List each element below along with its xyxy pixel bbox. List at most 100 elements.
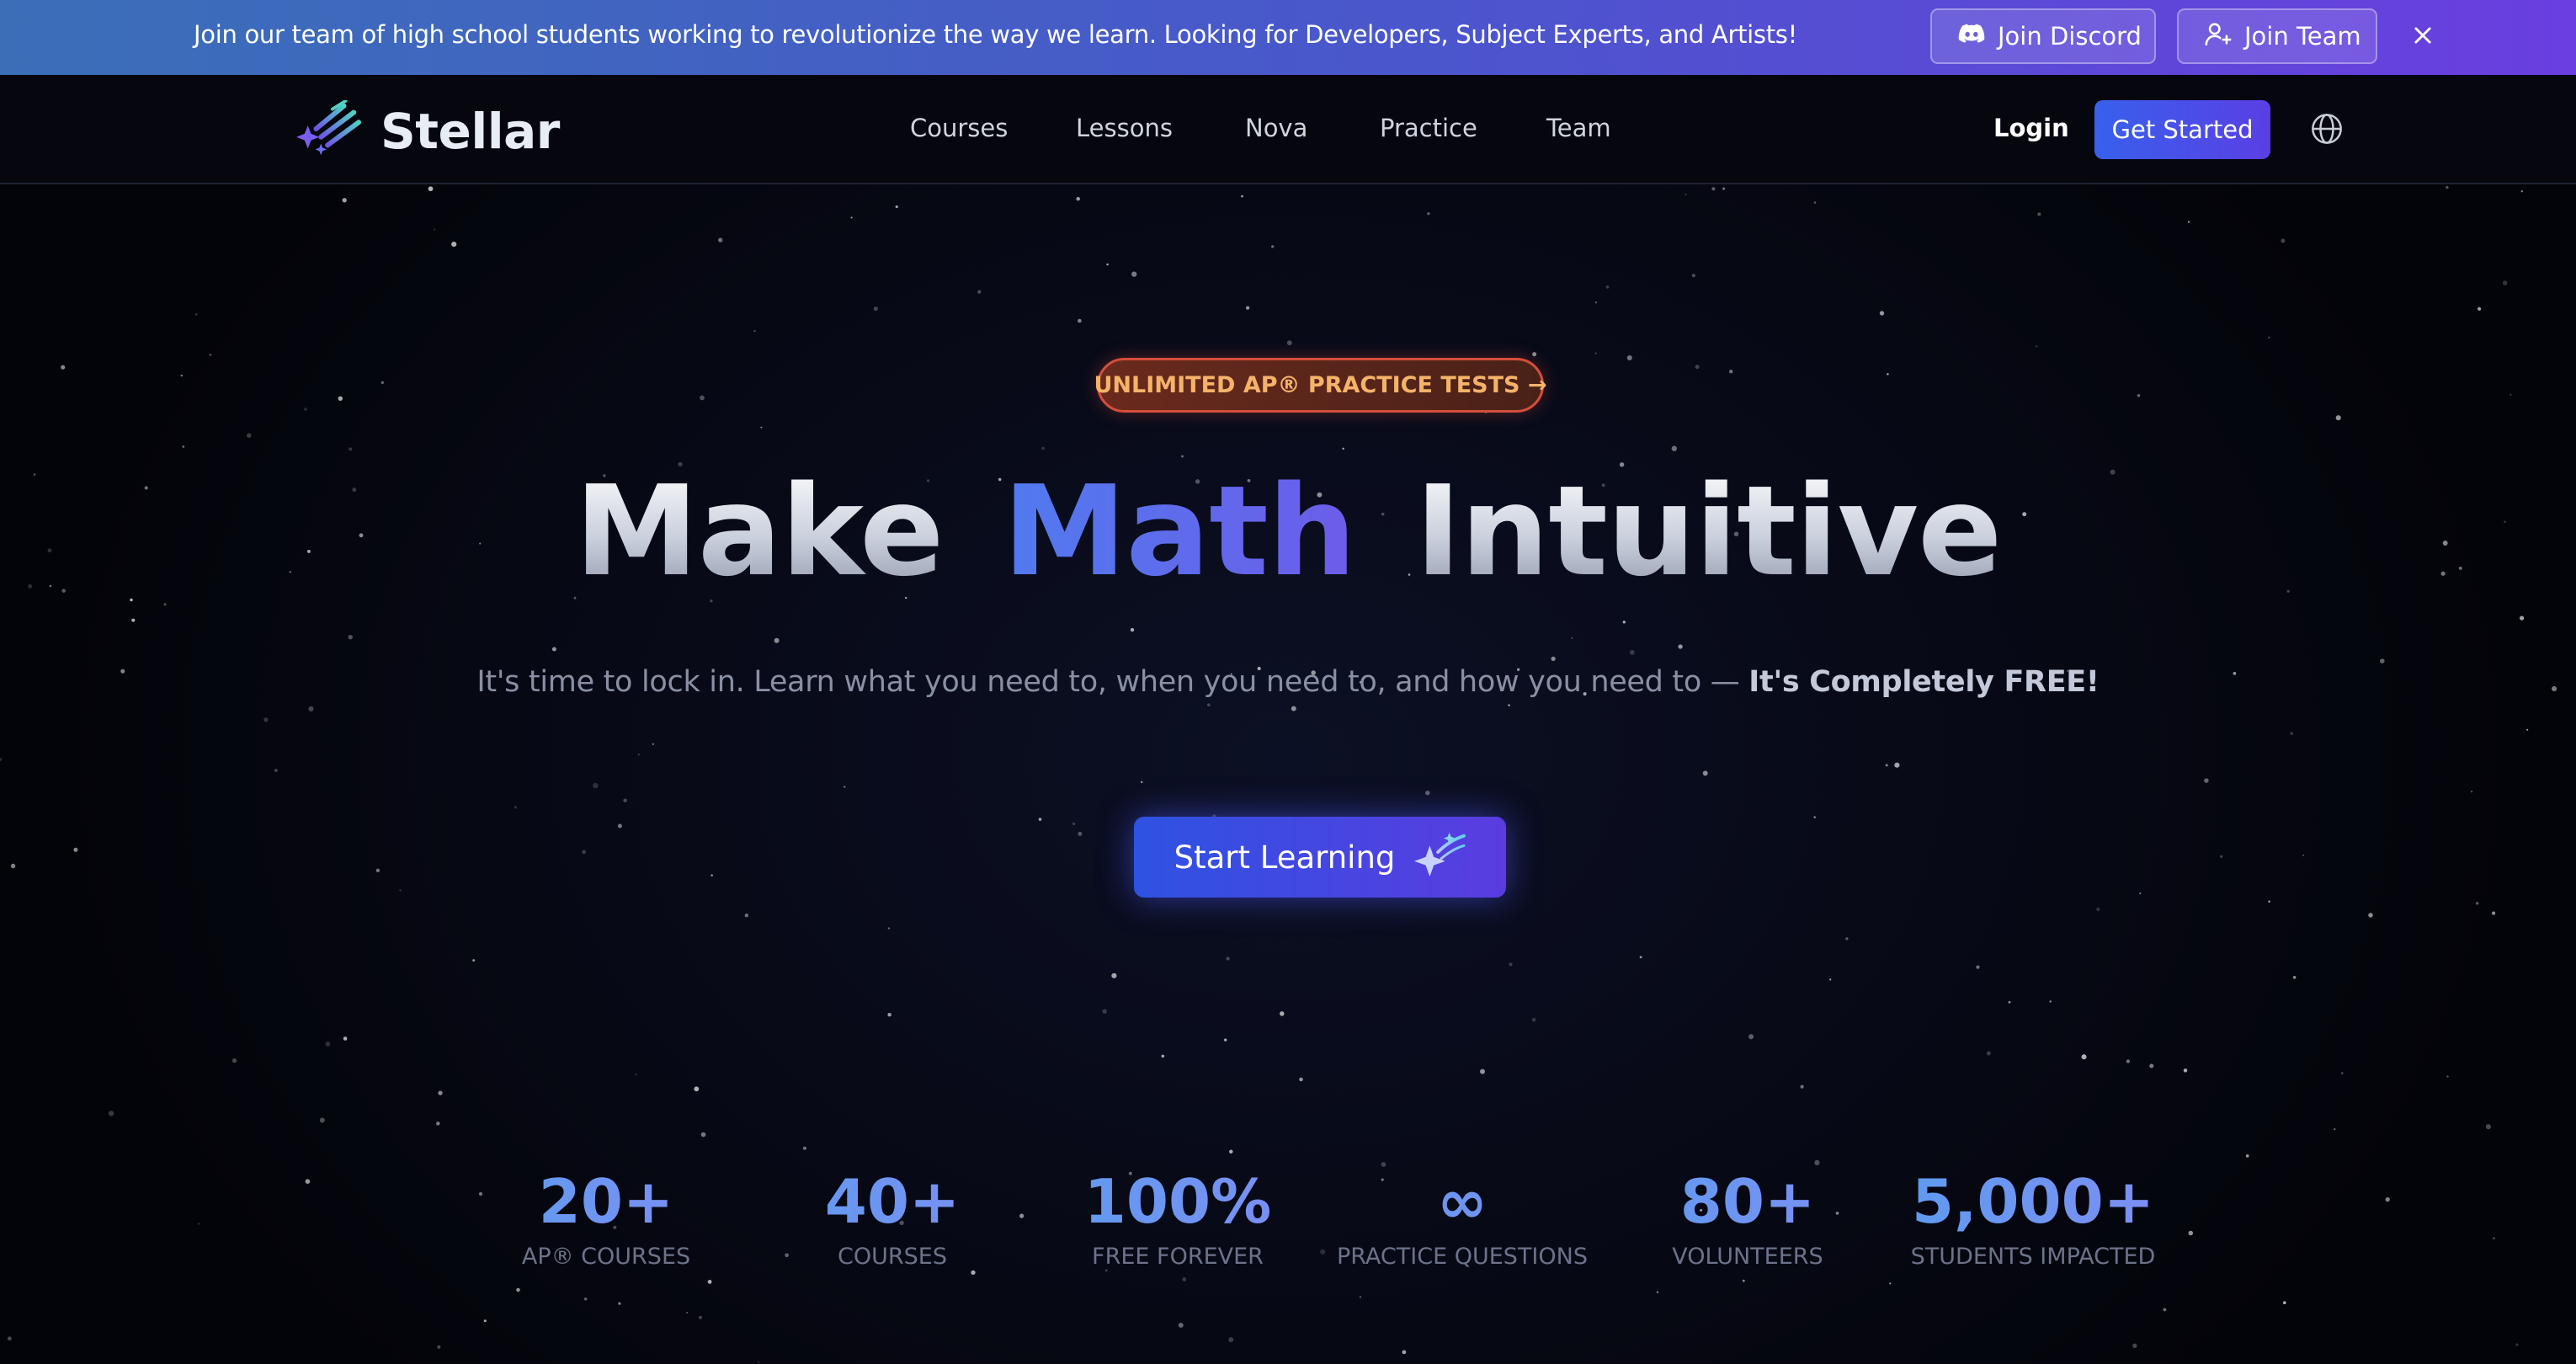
announcement-bar: Join our team of high school students wo… (0, 0, 2576, 75)
join-team-button[interactable]: Join Team (2177, 8, 2377, 64)
star-dot (436, 1122, 440, 1126)
landing-page: Join our team of high school students wo… (0, 0, 2576, 1364)
star-dot (850, 216, 853, 219)
star-dot (2037, 212, 2041, 216)
star-dot (844, 786, 846, 788)
star-dot (209, 354, 212, 356)
star-dot (319, 1117, 325, 1123)
star-dot (180, 374, 184, 377)
sparkle-star-icon (1413, 828, 1466, 887)
star-dot (1685, 193, 1687, 195)
star-dot (1181, 455, 1184, 458)
star-dot (1814, 1159, 1820, 1166)
top-navbar: Stellar Courses Lessons Nova Practice Te… (0, 75, 2576, 184)
close-icon[interactable] (2406, 19, 2440, 52)
join-discord-button[interactable]: Join Discord (1930, 8, 2156, 64)
star-dot (1480, 1068, 1485, 1074)
nav-courses[interactable]: Courses (910, 114, 1008, 142)
get-started-button[interactable]: Get Started (2094, 100, 2270, 159)
headline-math: Math (986, 459, 1372, 604)
star-dot (1427, 211, 1430, 216)
star-dot (2282, 1301, 2286, 1305)
star-dot (2163, 1308, 2167, 1312)
star-dot (1551, 656, 1556, 662)
star-dot (2132, 1343, 2137, 1348)
star-dot (2446, 185, 2449, 189)
subline-text: It's time to lock in. Learn what you nee… (476, 665, 1749, 699)
star-dot (1102, 1009, 1107, 1014)
stat-practice-questions: ∞ PRACTICE QUESTIONS (1336, 1166, 1589, 1270)
star-dot (428, 186, 434, 192)
star-dot (551, 647, 556, 652)
star-dot (1229, 1149, 1233, 1154)
stat-label: PRACTICE QUESTIONS (1336, 1244, 1588, 1270)
stats-row: 20+ AP® COURSES 40+ COURSES 100% FREE FO… (0, 1166, 2576, 1284)
star-dot (1241, 194, 1243, 198)
star-dot (686, 1311, 689, 1314)
star-dot (1887, 373, 1889, 376)
star-dot (895, 205, 898, 209)
star-dot (325, 1042, 331, 1047)
star-dot (182, 445, 185, 448)
star-dot (873, 306, 878, 312)
star-dot (0, 757, 3, 762)
star-dot (760, 426, 763, 429)
star-dot (1291, 706, 1296, 711)
star-dot (2520, 189, 2524, 193)
star-dot (348, 634, 353, 640)
star-dot (1629, 650, 1635, 655)
star-dot (514, 806, 518, 809)
star-dot (1656, 1291, 1659, 1294)
star-dot (1748, 1034, 1754, 1040)
nav-team[interactable]: Team (1546, 114, 1611, 142)
star-dot (2220, 855, 2223, 858)
globe-icon[interactable] (2310, 112, 2344, 146)
star-dot (1605, 285, 1610, 289)
star-dot (2471, 791, 2473, 793)
star-dot (108, 1111, 114, 1116)
star-dot (2268, 900, 2270, 903)
star-dot (2335, 415, 2341, 421)
star-dot (1206, 703, 1211, 707)
star-dot (887, 927, 891, 930)
star-dot (1280, 1011, 1285, 1016)
login-link[interactable]: Login (1993, 114, 2069, 142)
star-dot (2268, 336, 2270, 339)
star-dot (1224, 1038, 1227, 1042)
star-dot (887, 1012, 891, 1017)
stat-students-impacted: 5,000+ STUDENTS IMPACTED (1907, 1166, 2159, 1270)
nav-lessons[interactable]: Lessons (1076, 114, 1173, 142)
star-dot (2149, 1063, 2154, 1068)
start-learning-button[interactable]: Start Learning (1134, 817, 1506, 898)
nav-practice[interactable]: Practice (1380, 114, 1477, 142)
star-dot (1041, 446, 1045, 450)
star-dot (2204, 778, 2209, 783)
star-dot (1141, 781, 1143, 784)
star-dot (1228, 1337, 1234, 1343)
star-dot (1594, 352, 1597, 354)
star-dot (1106, 263, 1109, 266)
star-dot (1722, 187, 1726, 190)
discord-icon (1957, 19, 1986, 54)
star-dot (342, 198, 347, 203)
star-dot (1695, 365, 1700, 370)
star-dot (1800, 1084, 1804, 1089)
stat-value: 80+ (1621, 1166, 1874, 1237)
star-dot (263, 717, 269, 722)
star-dot (2478, 306, 2482, 311)
star-dot (343, 1036, 348, 1041)
stat-label: AP® COURSES (521, 1244, 691, 1270)
join-discord-label: Join Discord (1998, 22, 2142, 51)
stat-ap-courses: 20+ AP® COURSES (480, 1166, 732, 1270)
nav-nova[interactable]: Nova (1245, 114, 1307, 142)
star-dot (2509, 393, 2512, 397)
star-dot (247, 433, 252, 438)
star-dot (516, 1287, 520, 1292)
ap-practice-badge[interactable]: UNLIMITED AP® PRACTICE TESTS → (1094, 358, 1547, 413)
star-dot (2126, 1059, 2131, 1063)
star-dot (1342, 447, 1344, 450)
star-dot (1711, 187, 1716, 191)
announcement-text: Join our team of high school students wo… (194, 20, 1797, 49)
star-dot (1425, 791, 1430, 796)
star-dot (437, 1345, 441, 1349)
